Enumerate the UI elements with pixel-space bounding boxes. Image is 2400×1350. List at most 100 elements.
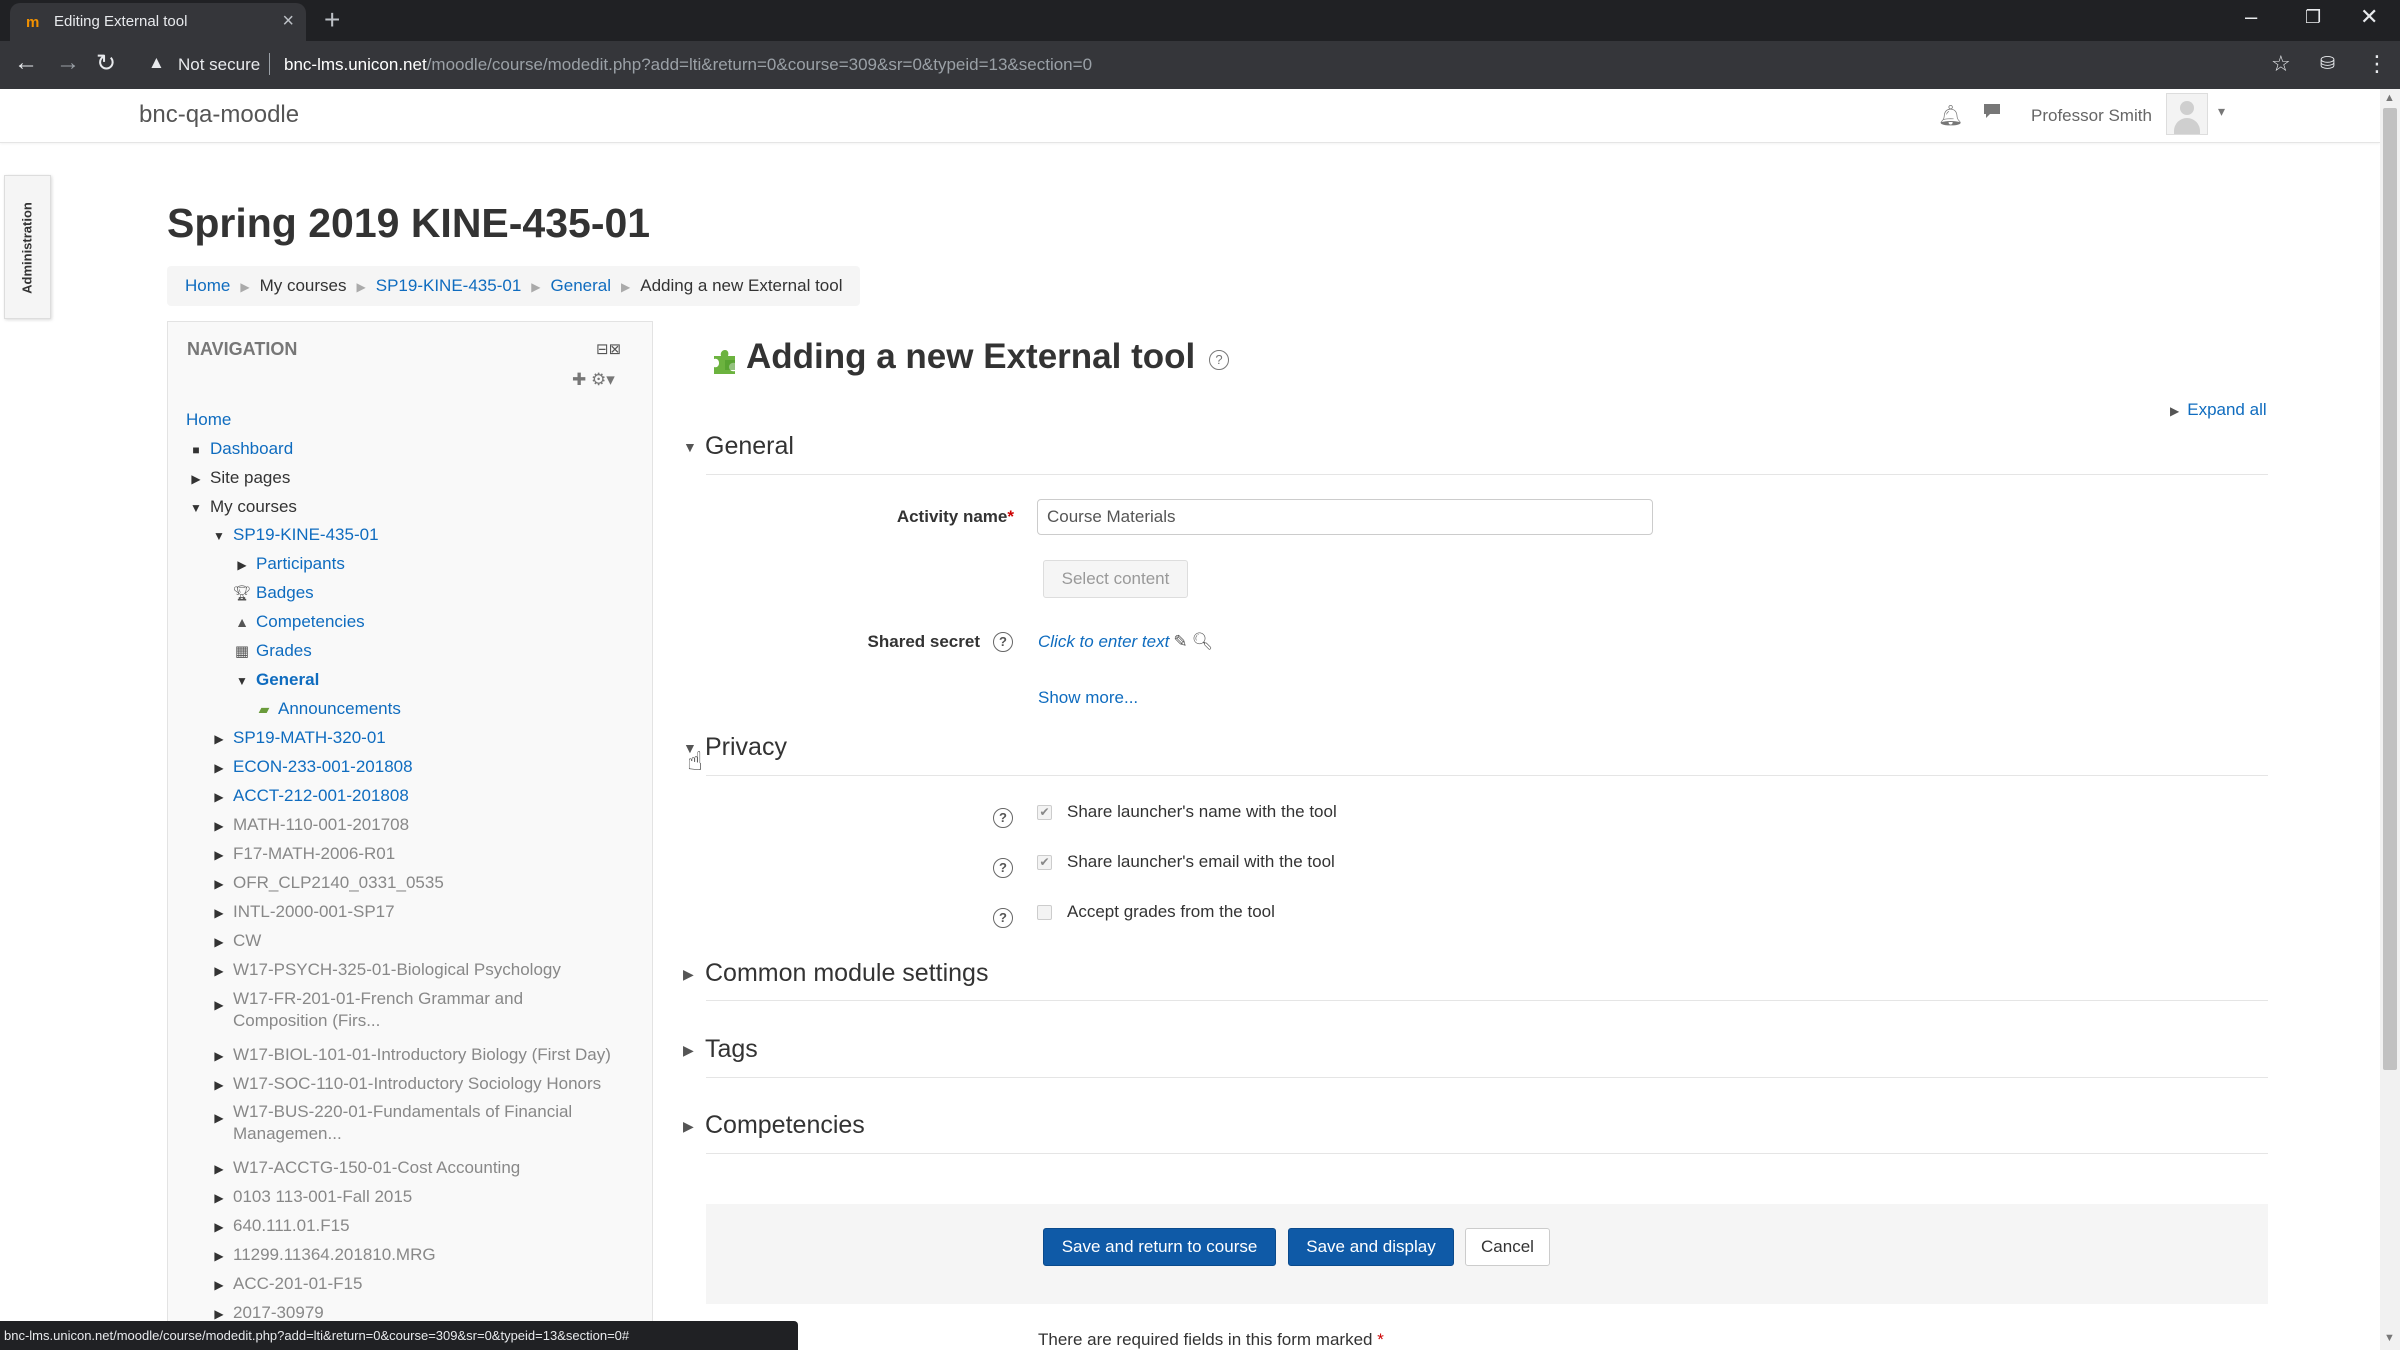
nav-course-label: 11299.11364.201810.MRG — [233, 1245, 436, 1264]
shared-secret-edit-link[interactable]: Click to enter text ✎ 🔍︎ — [1038, 632, 1213, 652]
breadcrumb-my-courses[interactable]: My courses — [260, 276, 347, 295]
reload-icon[interactable]: ↻ — [96, 49, 116, 78]
nav-current-course[interactable]: ▼ SP19-KINE-435-01 — [209, 524, 378, 547]
save-and-return-button[interactable]: Save and return to course — [1043, 1228, 1276, 1266]
nav-course-item[interactable]: ▶ SP19-MATH-320-01 — [209, 727, 385, 750]
avatar[interactable] — [2166, 93, 2208, 135]
section-tags-title: Tags — [705, 1035, 758, 1063]
share-email-checkbox-row[interactable]: ✔ Share launcher's email with the tool — [1037, 852, 1335, 872]
section-competencies-title: Competencies — [705, 1111, 865, 1139]
accept-grades-checkbox[interactable] — [1037, 905, 1052, 921]
scroll-up-icon[interactable]: ▲ — [2384, 92, 2395, 104]
course-title: Spring 2019 KINE-435-01 — [167, 200, 651, 246]
block-actions-gear-icon[interactable]: ✚ ⚙▾ — [572, 370, 615, 390]
reveal-magnifier-icon[interactable]: 🔍︎ — [1192, 632, 1214, 651]
nav-course-item[interactable]: ▶ W17-PSYCH-325-01-Biological Psychology — [209, 959, 561, 982]
nav-course-item[interactable]: ▶ 11299.11364.201810.MRG — [209, 1244, 436, 1267]
notifications-bell-icon[interactable]: 🔔︎ — [1938, 103, 1963, 128]
forward-icon[interactable]: → — [56, 49, 80, 77]
section-tags-toggle[interactable]: ▶ Tags — [683, 1035, 758, 1064]
nav-general-section[interactable]: ▼ General — [232, 669, 319, 692]
nav-competencies[interactable]: ▲ Competencies — [232, 611, 365, 633]
expand-triangle-icon: ▶ — [214, 906, 224, 920]
help-icon[interactable]: ? — [993, 908, 1013, 928]
nav-site-pages[interactable]: ▶ Site pages — [186, 467, 290, 490]
user-menu-name[interactable]: Professor Smith — [2031, 106, 2152, 126]
browser-menu-icon[interactable]: ⋮ — [2366, 51, 2388, 77]
nav-course-item[interactable]: ▶ INTL-2000-001-SP17 — [209, 901, 394, 924]
help-icon[interactable]: ? — [993, 858, 1013, 878]
scroll-down-icon[interactable]: ▼ — [2384, 1332, 2395, 1344]
edit-pencil-icon[interactable]: ✎ — [1173, 632, 1187, 651]
section-general-toggle[interactable]: ▼ General — [683, 432, 794, 461]
select-content-button[interactable]: Select content — [1043, 560, 1188, 598]
share-name-checkbox-row[interactable]: ✔ Share launcher's name with the tool — [1037, 802, 1337, 822]
accept-grades-checkbox-row[interactable]: Accept grades from the tool — [1037, 902, 1275, 922]
show-more-link[interactable]: Show more... — [1038, 688, 1138, 708]
nav-course-item[interactable]: ▶ 0103 113-001-Fall 2015 — [209, 1186, 412, 1209]
share-name-checkbox[interactable]: ✔ — [1037, 805, 1052, 821]
breadcrumb-home[interactable]: Home — [185, 276, 230, 295]
browser-tab-strip: m Editing External tool × + – ❐ ✕ — [0, 0, 2400, 41]
nav-course-item[interactable]: ▶ ECON-233-001-201808 — [209, 756, 412, 779]
expand-triangle-icon: ▶ — [214, 790, 224, 804]
nav-course-label: CW — [233, 931, 262, 950]
messages-icon[interactable] — [1982, 101, 2002, 127]
nav-home[interactable]: Home — [186, 409, 231, 431]
activity-name-field[interactable] — [1037, 499, 1653, 535]
nav-course-item[interactable]: ▶ CW — [209, 930, 261, 953]
nav-course-item[interactable]: ▶ ACC-201-01-F15 — [209, 1273, 362, 1296]
restore-icon[interactable]: ❐ — [2305, 7, 2321, 28]
share-email-checkbox[interactable]: ✔ — [1037, 855, 1052, 871]
section-competencies-toggle[interactable]: ▶ Competencies — [683, 1111, 865, 1140]
section-common-toggle[interactable]: ▶ Common module settings — [683, 959, 988, 988]
nav-course-item[interactable]: ▶ W17-SOC-110-01-Introductory Sociology H… — [209, 1073, 601, 1096]
cancel-button[interactable]: Cancel — [1465, 1228, 1550, 1266]
navigation-heading: NAVIGATION — [187, 339, 298, 359]
extension-icon[interactable]: ⛁ — [2320, 53, 2335, 74]
nav-my-courses[interactable]: ▼ My courses — [186, 496, 297, 519]
bookmark-star-icon[interactable]: ☆ — [2271, 51, 2291, 77]
scrollbar-thumb[interactable] — [2383, 108, 2397, 1070]
trophy-icon: 🏆︎ — [232, 585, 252, 602]
site-name-link[interactable]: bnc-qa-moodle — [139, 101, 299, 129]
new-tab-icon[interactable]: + — [324, 4, 340, 36]
minimize-icon[interactable]: – — [2245, 4, 2257, 30]
administration-dock-tab[interactable]: Administration — [4, 175, 51, 319]
nav-course-label: F17-MATH-2006-R01 — [233, 844, 396, 863]
nav-course-item[interactable]: ▶ 640.111.01.F15 — [209, 1215, 349, 1238]
window-close-icon[interactable]: ✕ — [2360, 4, 2378, 30]
nav-announcements[interactable]: ▰ Announcements — [254, 698, 401, 720]
address-bar[interactable]: ▲ Not secure bnc-lms.unicon.net/moodle/c… — [138, 48, 2258, 82]
close-tab-icon[interactable]: × — [282, 10, 294, 33]
save-and-display-button[interactable]: Save and display — [1288, 1228, 1454, 1266]
nav-course-label: W17-PSYCH-325-01-Biological Psychology — [233, 960, 561, 979]
page-heading: Adding a new External tool — [746, 337, 1196, 376]
nav-course-item[interactable]: ▶ W17-ACCTG-150-01-Cost Accounting — [209, 1157, 520, 1180]
nav-grades[interactable]: ▦ Grades — [232, 640, 312, 663]
nav-course-item[interactable]: ▶ W17-BUS-220-01-Fundamentals of Financia… — [209, 1101, 593, 1145]
nav-badges[interactable]: 🏆︎ Badges — [232, 582, 313, 605]
breadcrumb-course[interactable]: SP19-KINE-435-01 — [376, 276, 522, 295]
nav-home-link[interactable]: Home — [186, 410, 231, 429]
expand-triangle-icon: ▶ — [214, 761, 224, 775]
nav-participants[interactable]: ▶ Participants — [232, 553, 344, 576]
back-icon[interactable]: ← — [14, 49, 38, 77]
help-icon[interactable]: ? — [1209, 350, 1229, 370]
nav-site-pages-label: Site pages — [210, 468, 291, 487]
browser-tab[interactable]: m Editing External tool × — [10, 3, 306, 41]
nav-course-item[interactable]: ▶ OFR_CLP2140_0331_0535 — [209, 872, 443, 895]
nav-course-item[interactable]: ▶ W17-FR-201-01-French Grammar and Compos… — [209, 988, 593, 1032]
help-icon[interactable]: ? — [993, 808, 1013, 828]
nav-dashboard[interactable]: ■ Dashboard — [186, 438, 293, 461]
nav-course-item[interactable]: ▶ W17-BIOL-101-01-Introductory Biology (F… — [209, 1044, 611, 1067]
user-menu-caret-icon[interactable]: ▾ — [2218, 103, 2225, 120]
nav-course-item[interactable]: ▶ MATH-110-001-201708 — [209, 814, 409, 837]
help-icon[interactable]: ? — [993, 632, 1013, 652]
nav-course-item[interactable]: ▶ ACCT-212-001-201808 — [209, 785, 408, 808]
breadcrumb-section[interactable]: General — [551, 276, 611, 295]
nav-grades-label: Grades — [256, 641, 312, 660]
nav-course-item[interactable]: ▶ F17-MATH-2006-R01 — [209, 843, 395, 866]
dock-block-icon[interactable]: ⊟⊠ — [596, 340, 621, 358]
expand-all-link[interactable]: ▶ Expand all — [2170, 400, 2267, 420]
